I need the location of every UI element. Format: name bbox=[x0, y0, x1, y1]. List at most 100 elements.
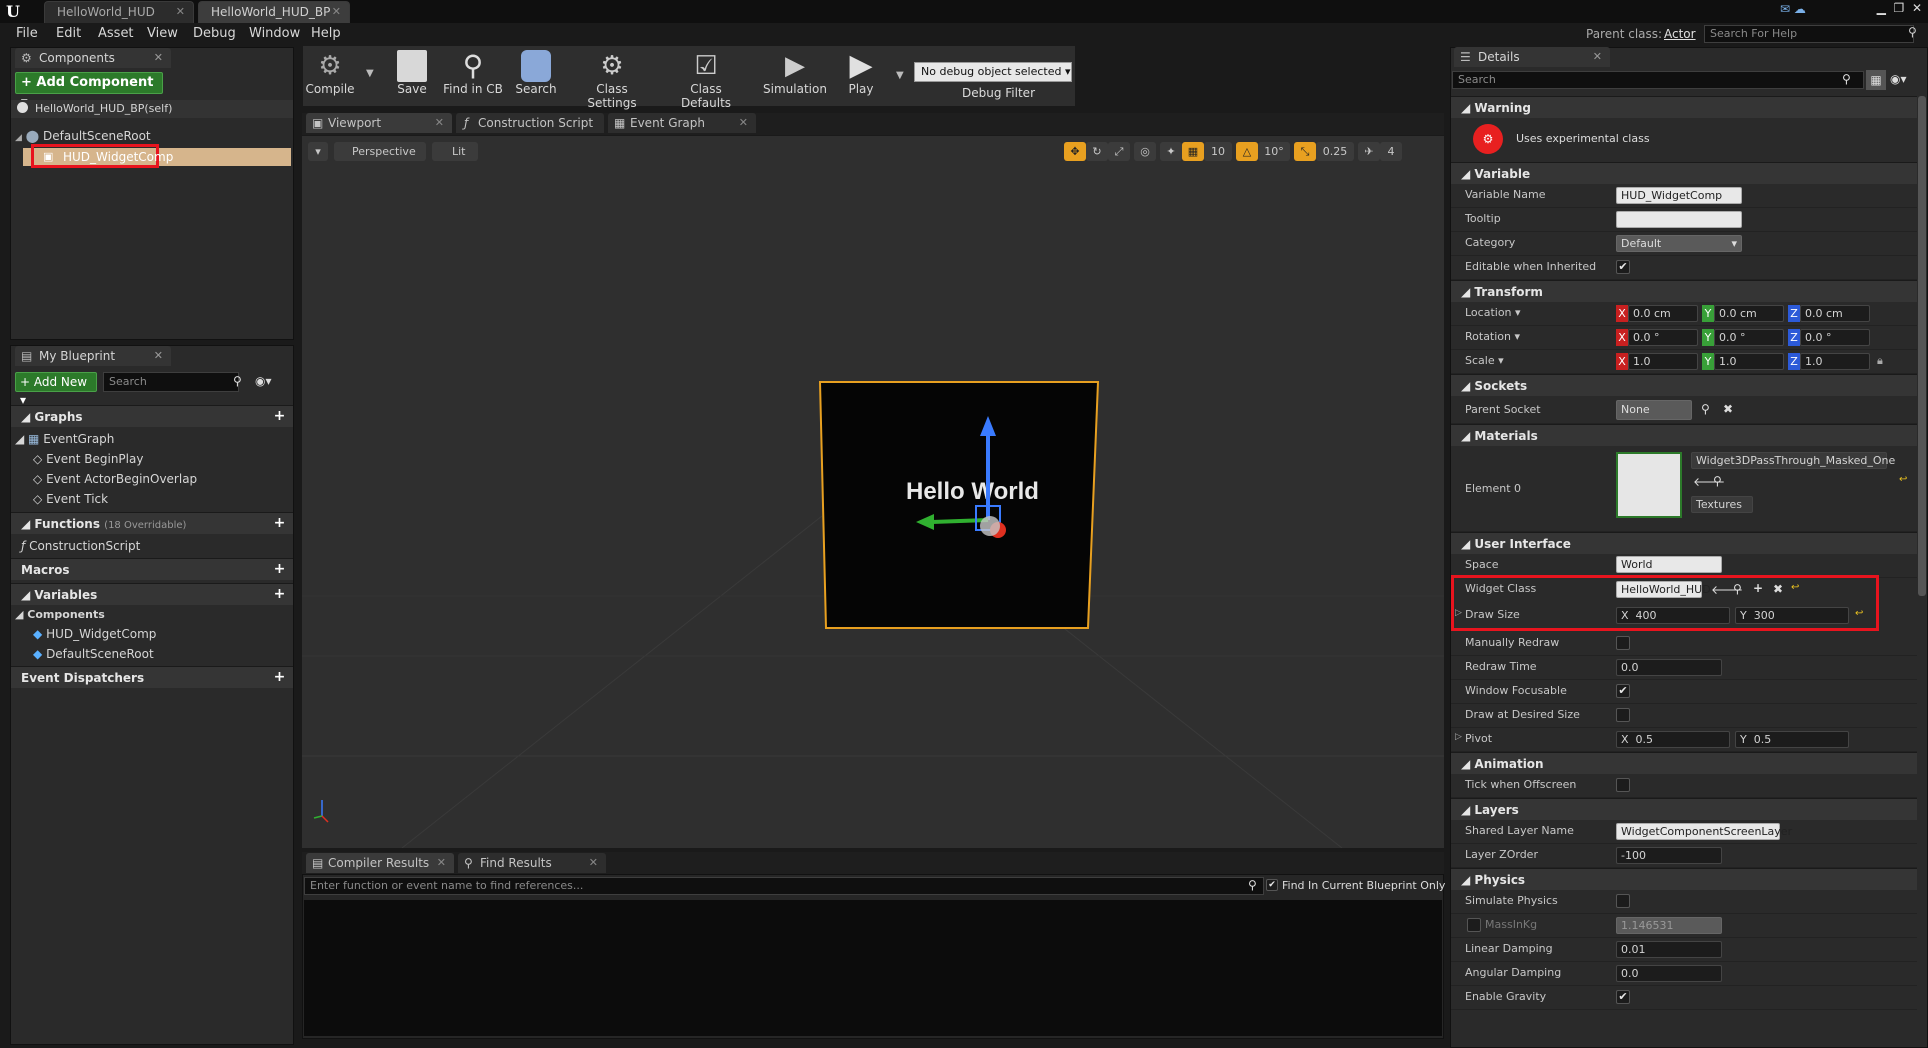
close-icon[interactable]: ✕ bbox=[176, 2, 185, 22]
play-button[interactable]: ▶ Play bbox=[836, 47, 886, 107]
add-new-button[interactable]: + Add New ▾ bbox=[15, 372, 97, 407]
parent-class-link[interactable]: Actor bbox=[1664, 27, 1696, 41]
eye-icon[interactable]: ◉▾ bbox=[1890, 72, 1907, 86]
add-variable-button[interactable]: + bbox=[272, 587, 287, 602]
close-icon[interactable]: ✕ bbox=[435, 113, 444, 133]
sockets-header[interactable]: ◢ Sockets bbox=[1451, 374, 1917, 396]
surface-snap-toggle[interactable]: ✦ bbox=[1160, 142, 1182, 161]
class-defaults-button[interactable]: ☑ Class Defaults bbox=[664, 47, 748, 110]
debug-object-select[interactable]: No debug object selected ▾ bbox=[914, 62, 1072, 82]
ui-header[interactable]: ◢ User Interface bbox=[1451, 532, 1917, 554]
details-search-input[interactable]: Search bbox=[1452, 71, 1864, 89]
my-blueprint-tab[interactable]: ▤ My Blueprint ✕ bbox=[15, 346, 171, 366]
tab-construction-script[interactable]: ƒ Construction Script bbox=[456, 113, 604, 133]
doc-tab-hud[interactable]: HelloWorld_HUD ✕ bbox=[44, 1, 194, 23]
self-item[interactable]: HelloWorld_HUD_BP(self) bbox=[11, 100, 293, 118]
tree-item-defaultsceneroot[interactable]: ◢ ⬤ DefaultSceneRoot bbox=[15, 128, 291, 144]
lock-icon[interactable]: 🔒︎ bbox=[1877, 354, 1883, 368]
close-window-icon[interactable]: ✕ bbox=[1912, 1, 1922, 15]
physics-header[interactable]: ◢ Physics bbox=[1451, 868, 1917, 890]
reset-icon[interactable]: ↩ bbox=[1855, 608, 1863, 619]
layers-header[interactable]: ◢ Layers bbox=[1451, 798, 1917, 820]
chevron-down-icon[interactable]: ▼ bbox=[896, 70, 904, 81]
components-tab[interactable]: ⚙ Components ✕ bbox=[15, 48, 171, 68]
material-select[interactable]: Widget3DPassThrough_Masked_One bbox=[1691, 452, 1895, 469]
close-icon[interactable]: ✕ bbox=[1593, 47, 1602, 67]
row-label[interactable]: Scale ▾ bbox=[1465, 354, 1504, 367]
location-y-input[interactable]: 0.0 cm bbox=[1714, 305, 1784, 322]
macros-header[interactable]: Macros + bbox=[11, 558, 293, 580]
rotate-toggle[interactable]: ↻ bbox=[1086, 142, 1108, 161]
compile-button[interactable]: ⚙ Compile bbox=[304, 47, 356, 107]
browse-icon[interactable]: ⚲ bbox=[1733, 582, 1742, 596]
tree-item-event-actorbeginoverlap[interactable]: ◇ Event ActorBeginOverlap bbox=[33, 471, 283, 487]
world-local-toggle[interactable]: ◎ bbox=[1134, 142, 1156, 161]
blueprint-search-input[interactable]: Search bbox=[103, 372, 239, 392]
save-button[interactable]: Save bbox=[386, 47, 438, 107]
menu-window[interactable]: Window bbox=[249, 23, 300, 45]
menu-view[interactable]: View bbox=[147, 23, 178, 45]
scale-toggle[interactable]: ⤢ bbox=[1108, 142, 1130, 161]
linear-damping-input[interactable]: 0.01 bbox=[1616, 941, 1722, 958]
draw-size-y-input[interactable]: Y 300 bbox=[1735, 607, 1849, 624]
close-icon[interactable]: ✕ bbox=[154, 48, 163, 68]
lit-button[interactable]: Lit bbox=[432, 142, 478, 161]
grid-snap-value[interactable]: 10 bbox=[1204, 142, 1232, 161]
simulate-physics-checkbox[interactable] bbox=[1616, 894, 1630, 908]
tab-viewport[interactable]: ▣ Viewport ✕ bbox=[306, 113, 452, 133]
reset-icon[interactable]: ↩ bbox=[1791, 582, 1799, 593]
add-macro-button[interactable]: + bbox=[272, 562, 287, 577]
reset-icon[interactable]: ↩ bbox=[1899, 474, 1907, 485]
scale-snap-toggle[interactable]: ⤡ bbox=[1294, 142, 1316, 161]
menu-asset[interactable]: Asset bbox=[98, 23, 134, 45]
components-category[interactable]: ◢ Components bbox=[15, 607, 285, 623]
space-select[interactable]: World bbox=[1616, 556, 1722, 573]
tab-compiler-results[interactable]: ▤ Compiler Results ✕ bbox=[306, 853, 454, 873]
rotation-y-input[interactable]: 0.0 ° bbox=[1714, 329, 1784, 346]
details-scrollbar[interactable] bbox=[1918, 96, 1926, 596]
graphs-header[interactable]: ◢ Graphs + bbox=[11, 405, 293, 427]
eye-icon[interactable]: ◉▾ bbox=[255, 374, 272, 388]
enable-gravity-checkbox[interactable]: ✔ bbox=[1616, 990, 1630, 1004]
tree-item-event-beginplay[interactable]: ◇ Event BeginPlay bbox=[33, 451, 283, 467]
scale-snap-value[interactable]: 0.25 bbox=[1316, 142, 1354, 161]
clear-icon[interactable]: ✖ bbox=[1773, 582, 1783, 596]
pivot-x-input[interactable]: X 0.5 bbox=[1616, 731, 1730, 748]
viewport[interactable]: ▾ Perspective Lit ✥ ↻ ⤢ ◎ ✦ ▦ 10 △ 10° ⤡… bbox=[302, 136, 1444, 848]
warning-header[interactable]: ◢ Warning bbox=[1451, 96, 1917, 118]
camera-speed-value[interactable]: 4 bbox=[1380, 142, 1402, 161]
functions-header[interactable]: ◢ Functions (18 Overridable) + bbox=[11, 512, 293, 534]
scale-z-input[interactable]: 1.0 bbox=[1800, 353, 1870, 370]
menu-debug[interactable]: Debug bbox=[193, 23, 236, 45]
editable-inherited-checkbox[interactable]: ✔ bbox=[1616, 260, 1630, 274]
tab-find-results[interactable]: ⚲ Find Results ✕ bbox=[458, 853, 606, 873]
scale-y-input[interactable]: 1.0 bbox=[1714, 353, 1784, 370]
variable-hud-widgetcomp[interactable]: ◆ HUD_WidgetComp bbox=[33, 626, 283, 642]
variables-header[interactable]: ◢ Variables + bbox=[11, 583, 293, 605]
redraw-time-input[interactable]: 0.0 bbox=[1616, 659, 1722, 676]
location-z-input[interactable]: 0.0 cm bbox=[1800, 305, 1870, 322]
window-focusable-checkbox[interactable]: ✔ bbox=[1616, 684, 1630, 698]
parent-socket-field[interactable]: None bbox=[1616, 400, 1692, 420]
manually-redraw-checkbox[interactable] bbox=[1616, 636, 1630, 650]
add-dispatcher-button[interactable]: + bbox=[272, 670, 287, 685]
search-icon[interactable]: ⚲ bbox=[1908, 25, 1917, 39]
grid-snap-toggle[interactable]: ▦ bbox=[1182, 142, 1204, 161]
maximize-icon[interactable]: ❐ bbox=[1894, 1, 1905, 15]
add-function-button[interactable]: + bbox=[272, 516, 287, 531]
shared-layer-input[interactable]: WidgetComponentScreenLayer bbox=[1616, 823, 1792, 840]
minimize-icon[interactable]: ▁ bbox=[1877, 1, 1886, 15]
camera-speed-toggle[interactable]: ✈ bbox=[1358, 142, 1380, 161]
mass-override-checkbox[interactable] bbox=[1467, 918, 1481, 932]
viewport-options-button[interactable]: ▾ bbox=[308, 142, 328, 161]
search-icon[interactable]: ⚲ bbox=[1248, 878, 1257, 892]
close-icon[interactable]: ✕ bbox=[154, 346, 163, 366]
search-button[interactable]: Search bbox=[508, 47, 564, 107]
material-thumbnail[interactable] bbox=[1616, 452, 1682, 518]
transform-header[interactable]: ◢ Transform bbox=[1451, 280, 1917, 302]
close-icon[interactable]: ✕ bbox=[332, 2, 341, 22]
add-graph-button[interactable]: + bbox=[272, 409, 287, 424]
pivot-y-input[interactable]: Y 0.5 bbox=[1735, 731, 1849, 748]
perspective-button[interactable]: Perspective bbox=[334, 142, 426, 161]
variable-name-input[interactable]: HUD_WidgetComp bbox=[1616, 187, 1742, 204]
